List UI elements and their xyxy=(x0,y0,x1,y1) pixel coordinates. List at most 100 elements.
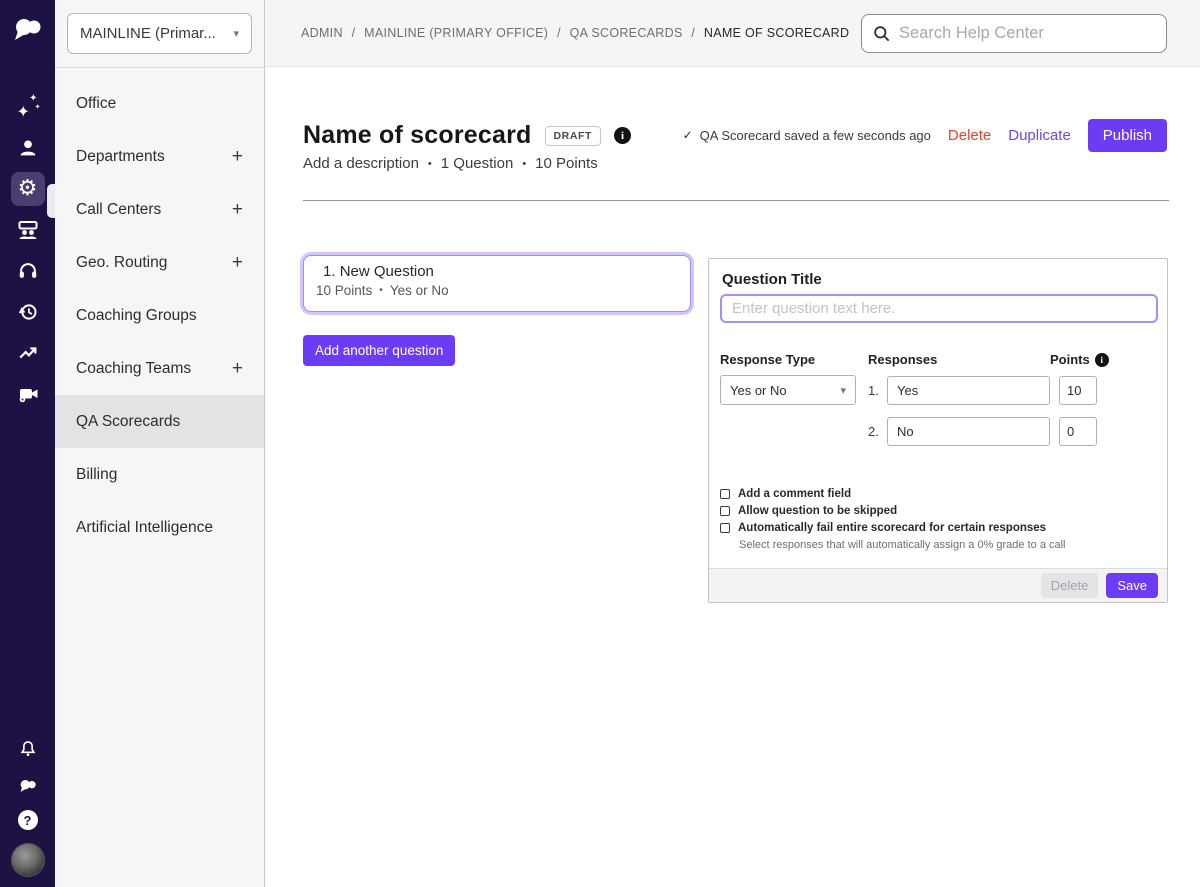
response-type-label: Response Type xyxy=(720,352,815,367)
office-selector-wrap: MAINLINE (Primar... ▾ xyxy=(55,0,264,68)
analytics-trend-icon[interactable] xyxy=(11,336,45,370)
app-rail: ✦ ✦ ✦ ⚙ xyxy=(0,0,55,887)
sidebar-item-call-centers[interactable]: Call Centers + xyxy=(55,183,264,236)
question-glyph: ? xyxy=(24,813,32,828)
checkbox-label: Add a comment field xyxy=(738,488,851,500)
responses-label: Responses xyxy=(868,352,937,367)
question-card-selected[interactable]: 1. New Question 10 Points • Yes or No xyxy=(303,255,691,312)
sidebar-item-departments[interactable]: Departments + xyxy=(55,130,264,183)
chevron-down-icon: ▾ xyxy=(233,27,239,40)
dialpad-logo-icon[interactable] xyxy=(13,17,43,45)
info-glyph: i xyxy=(1100,355,1103,365)
editor-footer: Delete Save xyxy=(709,568,1167,602)
response-type-value: Yes or No xyxy=(730,383,787,398)
duplicate-scorecard-button[interactable]: Duplicate xyxy=(1008,127,1071,144)
rail-bottom: ? xyxy=(0,736,55,877)
sidebar-item-artificial-intelligence[interactable]: Artificial Intelligence xyxy=(55,501,264,554)
info-icon[interactable]: i xyxy=(614,127,631,144)
auto-fail-helper-text: Select responses that will automatically… xyxy=(739,539,1066,551)
breadcrumb-qa-scorecards[interactable]: QA SCORECARDS xyxy=(570,26,683,40)
question-title-label: Question Title xyxy=(722,271,822,288)
checkbox-unchecked[interactable] xyxy=(720,523,730,533)
points-info-icon[interactable]: i xyxy=(1095,353,1109,367)
active-section-notch xyxy=(47,184,55,218)
scorecard-subtitle: Add a description • 1 Question • 10 Poin… xyxy=(303,155,598,172)
breadcrumb-current: NAME OF SCORECARD xyxy=(704,26,849,40)
breadcrumb-separator: / xyxy=(352,26,356,40)
comment-field-checkbox-row[interactable]: Add a comment field xyxy=(720,485,1066,502)
question-title-input[interactable] xyxy=(720,294,1158,323)
delete-scorecard-button[interactable]: Delete xyxy=(948,127,991,144)
section-divider xyxy=(303,200,1169,201)
response-points-input-2[interactable] xyxy=(1059,417,1097,446)
sidebar-item-geo-routing[interactable]: Geo. Routing + xyxy=(55,236,264,289)
sidebar-nav: Office Departments + Call Centers + Geo.… xyxy=(55,68,264,554)
response-text-input-2[interactable] xyxy=(887,417,1050,446)
response-type-dropdown[interactable]: Yes or No ▾ xyxy=(720,375,856,405)
auto-fail-checkbox-row[interactable]: Automatically fail entire scorecard for … xyxy=(720,519,1066,536)
response-row-2: 2. xyxy=(868,417,1097,446)
bullet-separator: • xyxy=(428,158,432,170)
top-bar: ADMIN / MAINLINE (PRIMARY OFFICE) / QA S… xyxy=(265,0,1200,67)
search-input[interactable] xyxy=(899,24,1156,43)
expand-plus-icon[interactable]: + xyxy=(232,252,243,274)
expand-plus-icon[interactable]: + xyxy=(232,146,243,168)
response-row-1: 1. xyxy=(868,376,1097,405)
meetings-group-icon[interactable] xyxy=(11,213,45,247)
skip-question-checkbox-row[interactable]: Allow question to be skipped xyxy=(720,502,1066,519)
breadcrumb-office[interactable]: MAINLINE (PRIMARY OFFICE) xyxy=(364,26,548,40)
saved-status: ✓ QA Scorecard saved a few seconds ago xyxy=(683,128,931,143)
office-selector-label: MAINLINE (Primar... xyxy=(80,25,216,42)
rail-nav: ✦ ✦ ✦ ⚙ xyxy=(0,86,55,414)
delete-question-button[interactable]: Delete xyxy=(1041,573,1099,598)
sidebar-item-label: Office xyxy=(76,95,116,113)
contacts-person-icon[interactable] xyxy=(11,131,45,165)
sidebar-item-coaching-groups[interactable]: Coaching Groups xyxy=(55,289,264,342)
checkbox-label: Automatically fail entire scorecard for … xyxy=(738,522,1046,534)
sidebar-item-coaching-teams[interactable]: Coaching Teams + xyxy=(55,342,264,395)
add-question-button[interactable]: Add another question xyxy=(303,335,455,366)
save-question-button[interactable]: Save xyxy=(1106,573,1158,598)
chevron-down-icon: ▾ xyxy=(840,384,846,397)
sidebar-item-label: Coaching Groups xyxy=(76,307,197,325)
breadcrumb-admin[interactable]: ADMIN xyxy=(301,26,343,40)
question-options: Add a comment field Allow question to be… xyxy=(720,485,1066,551)
question-editor-panel: Question Title Response Type Responses P… xyxy=(708,258,1168,603)
publish-button[interactable]: Publish xyxy=(1088,119,1167,152)
points-label: Points i xyxy=(1050,352,1109,367)
expand-plus-icon[interactable]: + xyxy=(232,358,243,380)
sidebar-item-qa-scorecards[interactable]: QA Scorecards xyxy=(55,395,264,448)
sidebar-item-billing[interactable]: Billing xyxy=(55,448,264,501)
response-text-input-1[interactable] xyxy=(887,376,1050,405)
sidebar-item-label: Artificial Intelligence xyxy=(76,519,213,537)
office-selector[interactable]: MAINLINE (Primar... ▾ xyxy=(67,13,252,54)
bullet-separator: • xyxy=(379,285,383,296)
question-type: Yes or No xyxy=(390,283,449,298)
dialpad-app-icon[interactable] xyxy=(15,775,41,797)
video-meeting-icon[interactable] xyxy=(11,377,45,411)
admin-sidebar: MAINLINE (Primar... ▾ Office Departments… xyxy=(55,0,265,887)
admin-settings-gear-icon[interactable]: ⚙ xyxy=(11,172,45,206)
ai-sparkles-icon[interactable]: ✦ ✦ ✦ xyxy=(11,90,45,124)
call-history-icon[interactable] xyxy=(11,295,45,329)
checkbox-unchecked[interactable] xyxy=(720,506,730,516)
question-number: 1. xyxy=(323,263,336,280)
breadcrumb: ADMIN / MAINLINE (PRIMARY OFFICE) / QA S… xyxy=(301,26,849,40)
question-card-meta: 10 Points • Yes or No xyxy=(316,283,678,298)
sidebar-item-label: Call Centers xyxy=(76,201,161,219)
search-icon xyxy=(872,24,891,43)
question-title-text: New Question xyxy=(340,263,434,280)
add-description-link[interactable]: Add a description xyxy=(303,155,419,172)
points-total: 10 Points xyxy=(535,155,598,172)
notifications-bell-icon[interactable] xyxy=(15,736,41,762)
checkbox-unchecked[interactable] xyxy=(720,489,730,499)
help-icon[interactable]: ? xyxy=(18,810,38,830)
info-glyph: i xyxy=(621,130,624,142)
response-points-input-1[interactable] xyxy=(1059,376,1097,405)
expand-plus-icon[interactable]: + xyxy=(232,199,243,221)
draft-status-badge: DRAFT xyxy=(545,126,602,146)
sidebar-item-office[interactable]: Office xyxy=(55,77,264,130)
main-content: Name of scorecard DRAFT i ✓ QA Scorecard… xyxy=(265,67,1200,887)
user-avatar[interactable] xyxy=(11,843,45,877)
support-headset-icon[interactable] xyxy=(11,254,45,288)
